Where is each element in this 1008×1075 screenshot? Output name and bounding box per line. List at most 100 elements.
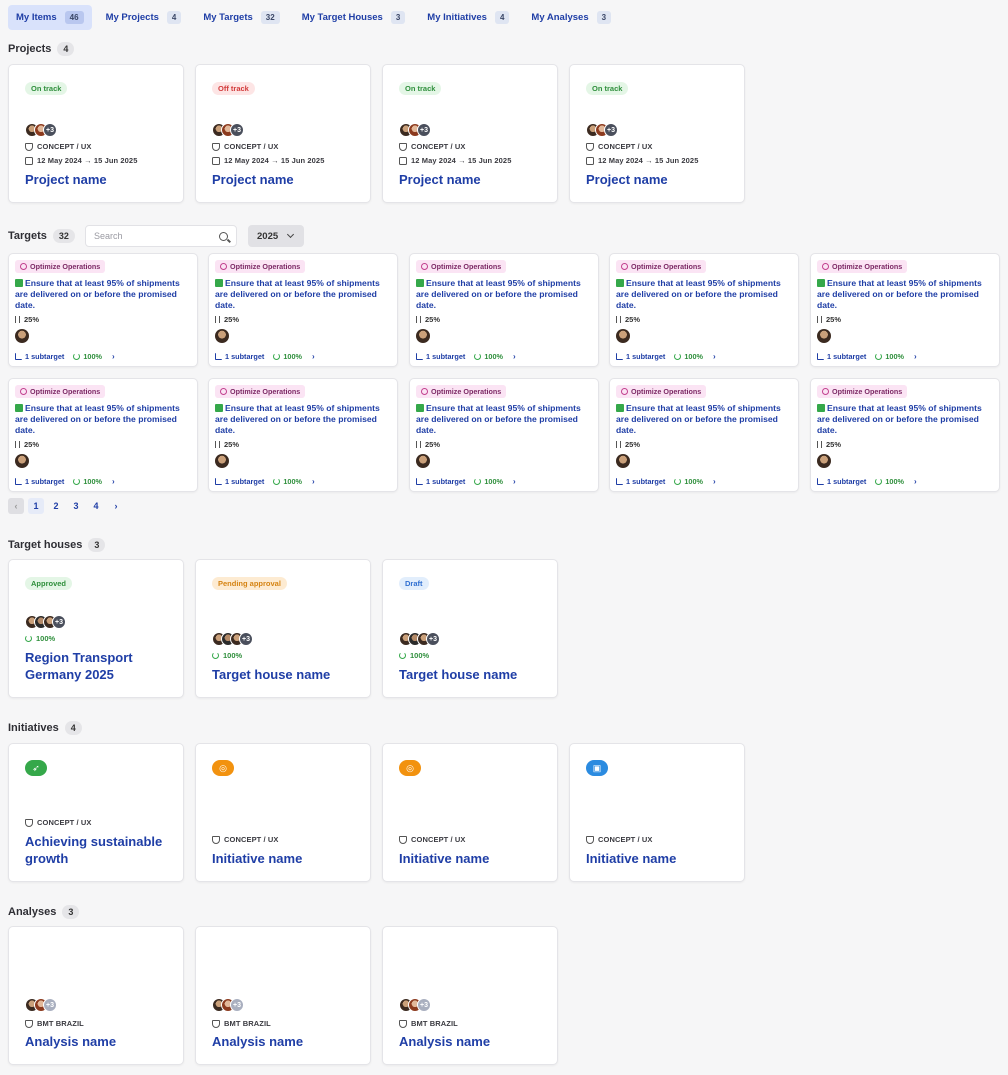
target-house-name[interactable]: Target house name	[212, 666, 330, 683]
target-title[interactable]: Ensure that at least 95% of shipments ar…	[616, 278, 792, 311]
target-card[interactable]: Optimize Operations Ensure that at least …	[609, 378, 799, 492]
target-title[interactable]: Ensure that at least 95% of shipments ar…	[215, 278, 391, 311]
initiative-card[interactable]: ▣ CONCEPT / UX Initiative name	[569, 743, 745, 882]
project-name[interactable]: Project name	[586, 171, 668, 188]
chevron-right-icon[interactable]: ›	[914, 352, 917, 361]
subtarget-link[interactable]: 1 subtarget	[15, 352, 64, 361]
pagination-page-1[interactable]: 1	[28, 498, 44, 514]
target-footer: 1 subtarget 100% ›	[15, 477, 115, 486]
tab-my-items[interactable]: My Items 46	[8, 5, 92, 30]
progress-ring-icon	[674, 478, 682, 485]
initiative-card[interactable]: ➶ CONCEPT / UX Achieving sustainable gro…	[8, 743, 184, 882]
category-text: BMT BRAZIL	[411, 1019, 458, 1028]
category-text: CONCEPT / UX	[37, 818, 92, 827]
project-card[interactable]: On track +3 CONCEPT / UX 12 May 2024 → 1…	[569, 64, 745, 203]
pagination-page-3[interactable]: 3	[68, 498, 84, 514]
initiative-name[interactable]: Initiative name	[399, 850, 489, 867]
subtarget-link[interactable]: 1 subtarget	[616, 352, 665, 361]
target-house-name[interactable]: Target house name	[399, 666, 517, 683]
chevron-right-icon[interactable]: ›	[312, 352, 315, 361]
subtarget-link[interactable]: 1 subtarget	[416, 477, 465, 486]
completion-status: 100%	[474, 477, 503, 486]
initiative-name[interactable]: Initiative name	[212, 850, 302, 867]
initiative-name[interactable]: Initiative name	[586, 850, 676, 867]
pagination-next-button[interactable]: ›	[108, 498, 124, 514]
target-footer: 1 subtarget 100% ›	[616, 352, 716, 361]
subtarget-link[interactable]: 1 subtarget	[817, 477, 866, 486]
progress-text: 25%	[826, 315, 842, 324]
search-input[interactable]: Search	[85, 225, 237, 247]
initiative-name[interactable]: Achieving sustainable growth	[25, 833, 175, 867]
target-title[interactable]: Ensure that at least 95% of shipments ar…	[817, 403, 993, 436]
pagination-prev-button[interactable]: ‹	[8, 498, 24, 514]
chevron-right-icon[interactable]: ›	[513, 477, 516, 486]
tab-my-target-houses[interactable]: My Target Houses 3	[294, 5, 414, 30]
target-house-card[interactable]: Pending approval +3 100% Target house na…	[195, 559, 371, 698]
avatar	[15, 329, 29, 343]
project-card[interactable]: On track +3 CONCEPT / UX 12 May 2024 → 1…	[8, 64, 184, 203]
calendar-icon	[212, 156, 220, 165]
analysis-card[interactable]: +3 BMT BRAZIL Analysis name	[8, 926, 184, 1065]
target-title[interactable]: Ensure that at least 95% of shipments ar…	[416, 278, 592, 311]
target-title[interactable]: Ensure that at least 95% of shipments ar…	[616, 403, 792, 436]
tab-my-analyses[interactable]: My Analyses 3	[523, 5, 619, 30]
chevron-right-icon[interactable]: ›	[914, 477, 917, 486]
analysis-name[interactable]: Analysis name	[25, 1033, 116, 1050]
analysis-name[interactable]: Analysis name	[212, 1033, 303, 1050]
avatar-group: +3	[212, 632, 253, 646]
year-select[interactable]: 2025	[248, 225, 304, 247]
target-house-card[interactable]: Draft +3 100% Target house name	[382, 559, 558, 698]
project-name[interactable]: Project name	[399, 171, 481, 188]
analysis-card[interactable]: +3 BMT BRAZIL Analysis name	[195, 926, 371, 1065]
shield-icon	[25, 1019, 33, 1028]
project-name[interactable]: Project name	[212, 171, 294, 188]
subtarget-link[interactable]: 1 subtarget	[416, 352, 465, 361]
target-title[interactable]: Ensure that at least 95% of shipments ar…	[817, 278, 993, 311]
target-title[interactable]: Ensure that at least 95% of shipments ar…	[215, 403, 391, 436]
subtarget-link[interactable]: 1 subtarget	[215, 477, 264, 486]
target-title[interactable]: Ensure that at least 95% of shipments ar…	[416, 403, 592, 436]
avatar-more-count: +3	[230, 123, 244, 137]
tab-my-initiatives[interactable]: My Initiatives 4	[419, 5, 517, 30]
pagination-page-2[interactable]: 2	[48, 498, 64, 514]
target-title[interactable]: Ensure that at least 95% of shipments ar…	[15, 403, 191, 436]
analysis-card[interactable]: +3 BMT BRAZIL Analysis name	[382, 926, 558, 1065]
target-title[interactable]: Ensure that at least 95% of shipments ar…	[15, 278, 191, 311]
hierarchy-icon	[215, 353, 222, 360]
initiative-card[interactable]: ◎ CONCEPT / UX Initiative name	[382, 743, 558, 882]
project-card[interactable]: On track +3 CONCEPT / UX 12 May 2024 → 1…	[382, 64, 558, 203]
target-house-card[interactable]: Approved +3 100% Region Transport German…	[8, 559, 184, 698]
subtarget-text: 1 subtarget	[225, 352, 265, 361]
tab-count: 4	[166, 11, 182, 24]
target-card[interactable]: Optimize Operations Ensure that at least …	[208, 253, 398, 367]
chevron-right-icon[interactable]: ›	[112, 352, 115, 361]
chevron-right-icon[interactable]: ›	[713, 477, 716, 486]
target-card[interactable]: Optimize Operations Ensure that at least …	[8, 253, 198, 367]
pagination-page-4[interactable]: 4	[88, 498, 104, 514]
project-card[interactable]: Off track +3 CONCEPT / UX 12 May 2024 → …	[195, 64, 371, 203]
target-card[interactable]: Optimize Operations Ensure that at least …	[409, 253, 599, 367]
subtarget-link[interactable]: 1 subtarget	[616, 477, 665, 486]
target-card[interactable]: Optimize Operations Ensure that at least …	[810, 253, 1000, 367]
avatar	[215, 454, 229, 468]
subtarget-link[interactable]: 1 subtarget	[817, 352, 866, 361]
target-card[interactable]: Optimize Operations Ensure that at least …	[8, 378, 198, 492]
subtarget-link[interactable]: 1 subtarget	[215, 352, 264, 361]
project-name[interactable]: Project name	[25, 171, 107, 188]
progress-ring-icon	[73, 353, 81, 360]
analysis-name[interactable]: Analysis name	[399, 1033, 490, 1050]
target-card[interactable]: Optimize Operations Ensure that at least …	[208, 378, 398, 492]
chevron-right-icon[interactable]: ›	[713, 352, 716, 361]
target-card[interactable]: Optimize Operations Ensure that at least …	[609, 253, 799, 367]
tab-my-targets[interactable]: My Targets 32	[195, 5, 287, 30]
tab-my-projects[interactable]: My Projects 4	[98, 5, 190, 30]
chevron-right-icon[interactable]: ›	[513, 352, 516, 361]
target-card[interactable]: Optimize Operations Ensure that at least …	[409, 378, 599, 492]
chevron-right-icon[interactable]: ›	[312, 477, 315, 486]
initiative-card[interactable]: ◎ CONCEPT / UX Initiative name	[195, 743, 371, 882]
target-house-name[interactable]: Region Transport Germany 2025	[25, 649, 175, 683]
category-tag: Optimize Operations	[817, 385, 908, 398]
subtarget-link[interactable]: 1 subtarget	[15, 477, 64, 486]
target-card[interactable]: Optimize Operations Ensure that at least …	[810, 378, 1000, 492]
chevron-right-icon[interactable]: ›	[112, 477, 115, 486]
